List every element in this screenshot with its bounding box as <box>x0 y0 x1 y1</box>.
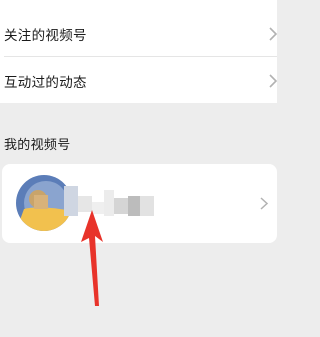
pointer-arrow <box>81 210 103 306</box>
menu-item-label: 关注的视频号 <box>4 28 87 44</box>
my-channel-card[interactable] <box>2 164 277 243</box>
chevron-right-icon <box>269 74 278 88</box>
chevron-right-icon <box>269 27 278 41</box>
chevron-right-icon <box>260 197 269 210</box>
menu-item-interacted-posts[interactable]: 互动过的动态 <box>0 57 278 105</box>
section-title-my-channel: 我的视频号 <box>4 138 71 153</box>
menu-item-label: 互动过的动态 <box>4 75 87 91</box>
menu-item-followed-channels[interactable]: 关注的视频号 <box>0 10 278 58</box>
menu-panel: 关注的视频号 互动过的动态 <box>0 0 278 105</box>
blurred-channel-name <box>64 186 154 216</box>
